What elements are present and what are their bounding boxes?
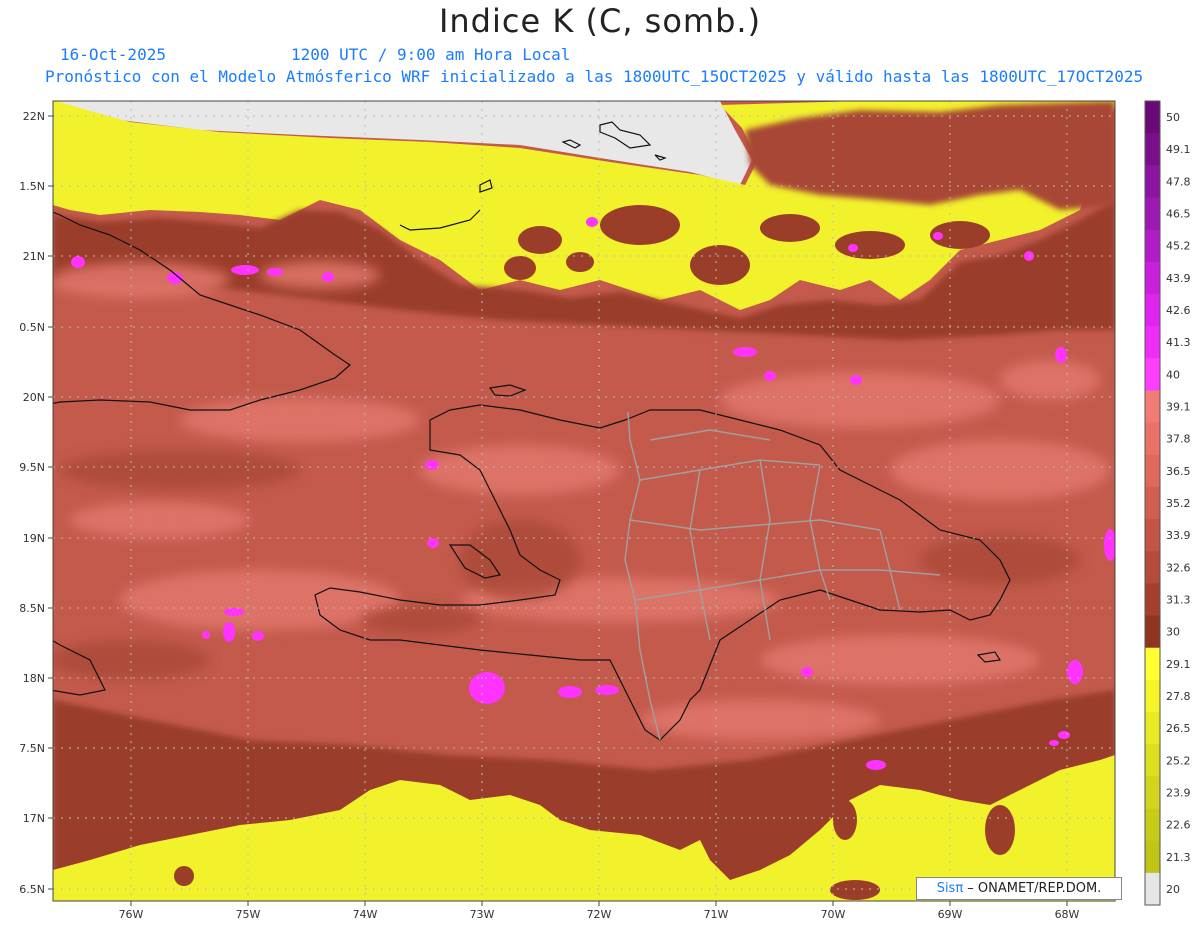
colorbar-swatch <box>1145 358 1160 391</box>
colorbar-swatch <box>1145 422 1160 456</box>
lon-ticks <box>130 901 1068 906</box>
colorbar-label: 35.2 <box>1166 497 1191 510</box>
colorbar-label: 43.9 <box>1166 272 1191 285</box>
lon-label: 72W <box>587 908 612 921</box>
credit-box: Sisπ – ONAMET/REP.DOM. <box>916 877 1122 900</box>
lon-label: 68W <box>1055 908 1080 921</box>
colorbar-label: 20 <box>1166 883 1180 896</box>
colorbar-label: 30 <box>1166 626 1180 639</box>
colorbar-label: 29.1 <box>1166 658 1191 671</box>
lat-labels: 22N 1.5N 21N 0.5N 20N 9.5N 19N 8.5N 18N … <box>19 110 45 896</box>
colorbar-label: 25.2 <box>1166 754 1191 767</box>
colorbar-label: 46.5 <box>1166 208 1191 221</box>
lat-label: 21N <box>23 250 45 263</box>
colorbar-label: 21.3 <box>1166 851 1191 864</box>
colorbar-swatch <box>1145 808 1160 842</box>
colorbar-label: 36.5 <box>1166 465 1191 478</box>
lon-label: 76W <box>119 908 144 921</box>
colorbar-swatch <box>1145 615 1160 649</box>
colorbar-swatch <box>1145 583 1160 617</box>
lat-label: 8.5N <box>19 602 45 615</box>
lat-label: 18N <box>23 672 45 685</box>
colorbar-swatch <box>1145 551 1160 584</box>
lat-label: 22N <box>23 110 45 123</box>
colorbar-label: 31.3 <box>1166 593 1191 606</box>
colorbar-label: 41.3 <box>1166 336 1191 349</box>
colorbar-label: 50 <box>1166 111 1180 124</box>
colorbar-label: 47.8 <box>1166 175 1191 188</box>
colorbar-label: 39.1 <box>1166 401 1191 414</box>
colorbar-swatch <box>1145 647 1160 681</box>
lat-label: 1.5N <box>19 180 45 193</box>
lat-label: 17N <box>23 812 45 825</box>
lat-ticks <box>48 115 53 890</box>
colorbar-swatch <box>1145 744 1160 777</box>
colorbar-label: 49.1 <box>1166 143 1191 156</box>
colorbar-label: 42.6 <box>1166 304 1191 317</box>
map-area: 22N 1.5N 21N 0.5N 20N 9.5N 19N 8.5N 18N … <box>0 0 1200 927</box>
credit-brand: Sisπ <box>936 881 964 896</box>
colorbar-label: 40 <box>1166 368 1180 381</box>
lon-label: 69W <box>938 908 963 921</box>
colorbar-label: 33.9 <box>1166 529 1191 542</box>
colorbar-swatch <box>1145 486 1160 520</box>
colorbar-swatch <box>1145 293 1160 327</box>
colorbar-swatch <box>1145 197 1160 231</box>
lon-label: 75W <box>236 908 261 921</box>
colorbar-label: 37.8 <box>1166 433 1191 446</box>
colorbar-swatch <box>1145 454 1160 488</box>
k-index-field <box>53 101 1115 901</box>
lat-label: 9.5N <box>19 461 45 474</box>
lat-label: 0.5N <box>19 321 45 334</box>
colorbar-swatch <box>1145 326 1160 359</box>
lat-label: 6.5N <box>19 883 45 896</box>
colorbar-swatch <box>1145 872 1160 906</box>
colorbar-swatch <box>1145 133 1160 166</box>
colorbar-label: 32.6 <box>1166 561 1191 574</box>
lon-label: 74W <box>353 908 378 921</box>
colorbar-label: 45.2 <box>1166 240 1191 253</box>
colorbar-swatch <box>1145 712 1160 745</box>
colorbar-swatch <box>1145 101 1160 134</box>
colorbar-label: 26.5 <box>1166 722 1191 735</box>
lat-label: 19N <box>23 532 45 545</box>
credit-text: – ONAMET/REP.DOM. <box>963 881 1102 896</box>
colorbar-swatch <box>1145 390 1160 424</box>
colorbar-swatch <box>1145 776 1160 810</box>
colorbar-swatch <box>1145 229 1160 263</box>
lon-label: 73W <box>470 908 495 921</box>
colorbar-label: 22.6 <box>1166 819 1191 832</box>
lon-label: 70W <box>821 908 846 921</box>
colorbar-swatch <box>1145 165 1160 198</box>
colorbar-label: 23.9 <box>1166 786 1191 799</box>
colorbar-label: 27.8 <box>1166 690 1191 703</box>
colorbar: 50 49.1 47.8 46.5 45.2 43.9 42.6 41.3 40 39.1 37.8… <box>1144 100 1191 906</box>
colorbar-swatch <box>1145 679 1160 713</box>
lon-labels: 76W 75W 74W 73W 72W 71W 70W 69W 68W <box>119 908 1080 921</box>
lon-label: 71W <box>704 908 729 921</box>
colorbar-swatch <box>1145 519 1160 552</box>
lat-label: 7.5N <box>19 742 45 755</box>
colorbar-swatch <box>1145 840 1160 874</box>
lat-label: 20N <box>23 391 45 404</box>
colorbar-swatch <box>1145 261 1160 295</box>
